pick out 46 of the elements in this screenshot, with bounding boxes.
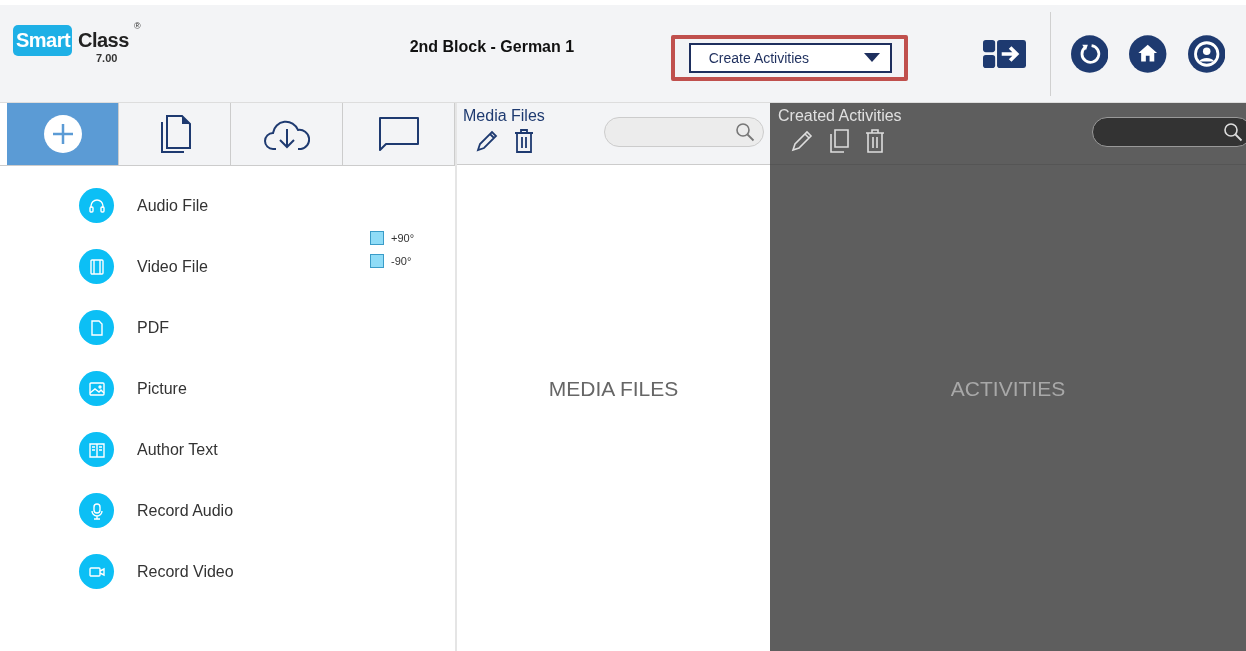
media-type-icon — [79, 371, 114, 406]
tool-tab[interactable] — [231, 103, 343, 165]
media-type-icon — [79, 188, 114, 223]
user-icon[interactable] — [1187, 33, 1225, 74]
media-type-item[interactable]: Record Video — [79, 541, 370, 602]
layout-arrow-icon[interactable] — [982, 38, 1026, 69]
delete-icon[interactable] — [513, 129, 535, 153]
activity-dropdown[interactable]: Create Activities — [688, 42, 892, 73]
search-field[interactable] — [1092, 117, 1246, 147]
registered-mark: ® — [134, 20, 141, 31]
search-icon — [1223, 122, 1243, 142]
media-type-item[interactable]: PDF — [79, 297, 370, 358]
search-icon — [735, 122, 755, 142]
media-type-item[interactable]: Record Audio — [79, 480, 370, 541]
media-type-icon — [79, 432, 114, 467]
rotate-label: +90° — [391, 232, 415, 244]
rotate-label: -90° — [391, 255, 412, 267]
media-type-icon — [79, 493, 114, 528]
plus-icon — [43, 115, 82, 153]
rotate-checkbox[interactable] — [370, 231, 384, 245]
media-type-icon — [79, 310, 114, 345]
media-type-icon — [79, 554, 114, 589]
empty-state-label: MEDIA FILES — [548, 376, 679, 401]
home-icon[interactable] — [1129, 33, 1167, 74]
media-type-item[interactable]: Audio File — [79, 175, 370, 236]
chat-icon — [377, 116, 420, 152]
tool-tab[interactable] — [343, 103, 455, 165]
page-title: 2nd Block - German 1 — [409, 37, 576, 56]
copy-icon[interactable] — [828, 129, 850, 153]
logo-word: Class — [78, 28, 129, 52]
panel-title: Media Files — [463, 107, 545, 125]
logo-word: Smart — [13, 24, 73, 56]
media-type-item[interactable]: Picture — [79, 358, 370, 419]
media-type-icon — [79, 249, 114, 284]
media-type-item[interactable]: Author Text — [79, 419, 370, 480]
version-label: 7.00 — [96, 51, 118, 64]
empty-state-label: ACTIVITIES — [950, 376, 1066, 401]
edit-icon[interactable] — [790, 129, 814, 153]
search-field[interactable] — [604, 117, 764, 147]
panel-title: Created Activities — [778, 107, 902, 125]
rotate-checkbox[interactable] — [370, 254, 384, 268]
tool-tab[interactable] — [119, 103, 231, 165]
caret-icon — [863, 53, 880, 62]
refresh-icon[interactable] — [1070, 33, 1109, 74]
media-type-item[interactable]: Video File — [79, 236, 370, 297]
edit-icon[interactable] — [475, 129, 499, 153]
